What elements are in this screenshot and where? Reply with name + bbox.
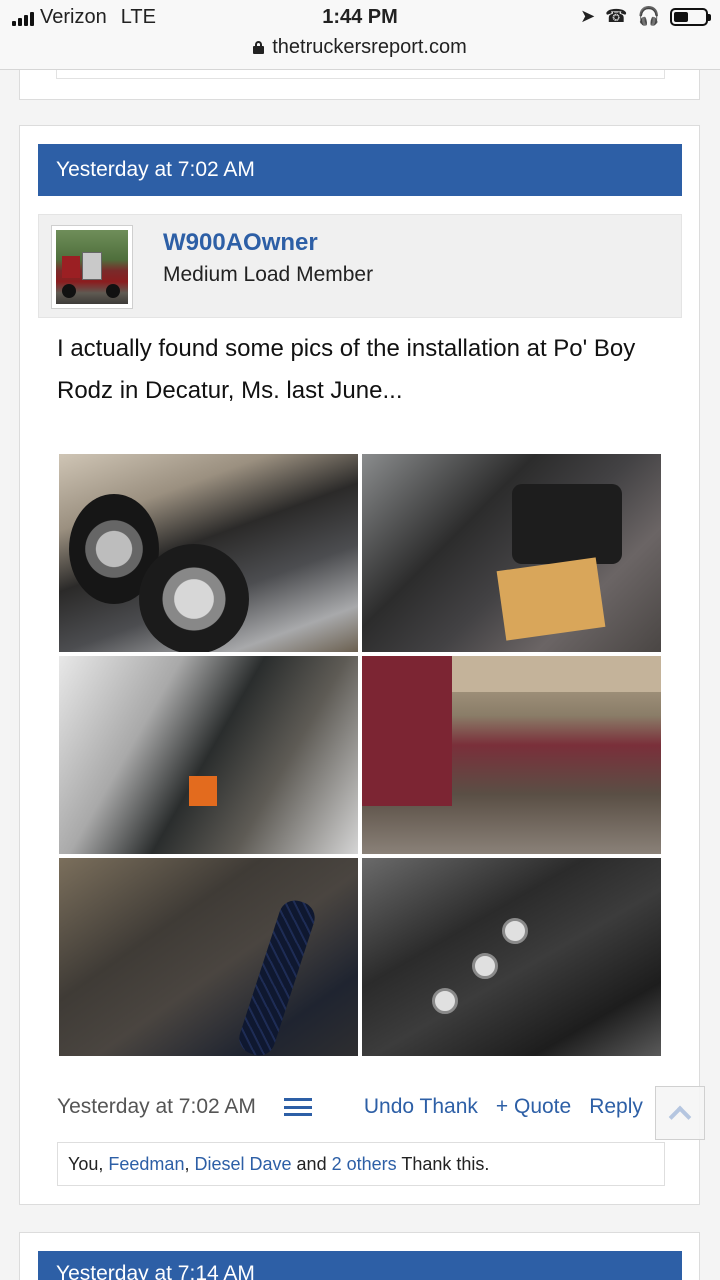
status-bar: Verizon LTE 1:44 PM ➤ ☎ 🎧 thetruckersrep… <box>0 0 720 70</box>
author-title: Medium Load Member <box>163 263 374 286</box>
likes-others-link[interactable]: 2 others <box>332 1154 397 1174</box>
lock-icon <box>253 41 265 54</box>
battery-icon <box>670 7 711 26</box>
previous-post <box>19 70 700 100</box>
likes-separator: , <box>184 1154 190 1174</box>
likes-suffix: Thank this. <box>401 1154 490 1174</box>
likes-you: You, <box>68 1154 104 1174</box>
menu-icon[interactable] <box>283 1098 312 1116</box>
likes-user-feedman[interactable]: Feedman <box>108 1154 184 1174</box>
tty-icon: ☎ <box>605 6 628 26</box>
photo-grid <box>59 454 663 1060</box>
photo-3[interactable] <box>59 656 358 854</box>
photo-5[interactable] <box>59 858 358 1056</box>
author-name-link[interactable]: W900AOwner <box>163 229 318 257</box>
photo-2[interactable] <box>362 454 661 652</box>
chevron-up-icon <box>668 1105 692 1129</box>
url-text: thetruckersreport.com <box>272 36 467 58</box>
post-date-bar: Yesterday at 7:02 AM <box>38 144 682 196</box>
next-post: Yesterday at 7:14 AM <box>19 1232 700 1280</box>
quote-link[interactable]: + Quote <box>496 1095 571 1119</box>
photo-6[interactable] <box>362 858 661 1056</box>
post-message: I actually found some pics of the instal… <box>57 335 636 404</box>
likes-user-diesel-dave[interactable]: Diesel Dave <box>194 1154 291 1174</box>
headphones-icon: 🎧 <box>637 6 660 26</box>
reply-link[interactable]: Reply <box>589 1095 643 1119</box>
next-post-date-bar: Yesterday at 7:14 AM <box>38 1251 682 1280</box>
likes-summary: You, Feedman, Diesel Dave and 2 others T… <box>57 1142 665 1186</box>
post: Yesterday at 7:02 AM W900AOwner Medium L… <box>19 125 700 1205</box>
avatar-image <box>56 230 128 304</box>
avatar[interactable] <box>51 225 133 309</box>
likes-and: and <box>296 1154 327 1174</box>
status-right: ➤ ☎ 🎧 <box>580 6 711 27</box>
url-bar[interactable]: thetruckersreport.com <box>0 36 720 59</box>
undo-thank-link[interactable]: Undo Thank <box>364 1095 478 1119</box>
footer-date-link[interactable]: Yesterday at 7:02 AM <box>57 1095 256 1119</box>
previous-post-likes <box>56 70 665 79</box>
author-block: W900AOwner Medium Load Member <box>38 214 682 318</box>
location-icon: ➤ <box>580 6 596 26</box>
photo-4[interactable] <box>362 656 661 854</box>
photo-1[interactable] <box>59 454 358 652</box>
post-footer: Yesterday at 7:02 AM Undo Thank + Quote … <box>57 1090 687 1124</box>
battery-fill <box>674 11 688 22</box>
scroll-to-top-button[interactable] <box>655 1086 705 1140</box>
